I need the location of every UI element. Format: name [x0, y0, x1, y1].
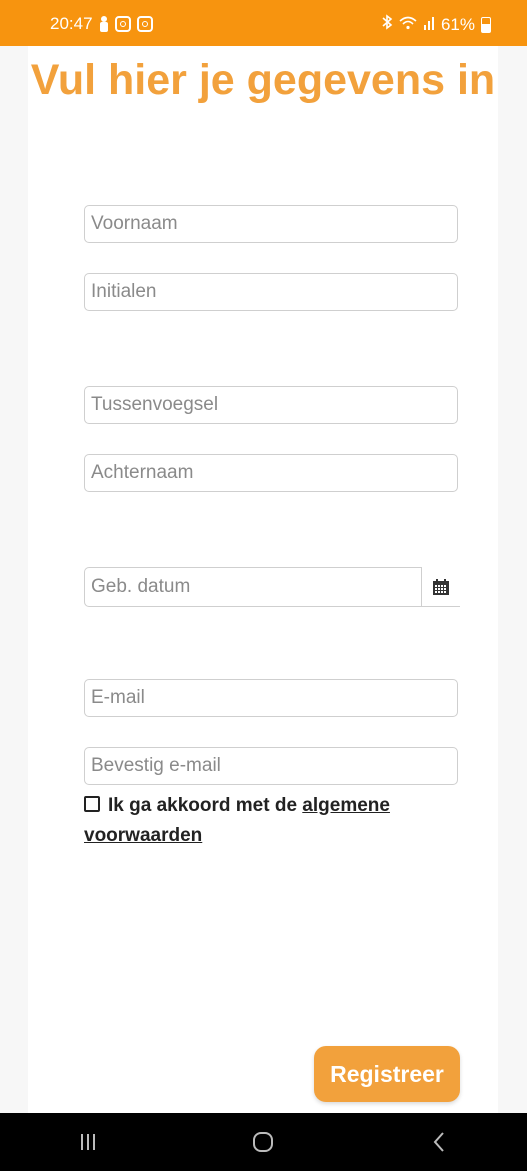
status-bar: 20:47 61%	[0, 0, 527, 46]
terms-agreement: Ik ga akkoord met de algemene voorwaarde…	[84, 791, 444, 851]
back-button[interactable]	[409, 1122, 469, 1162]
recent-apps-button[interactable]	[58, 1122, 118, 1162]
terms-checkbox[interactable]	[84, 796, 100, 812]
recent-apps-icon	[80, 1134, 95, 1150]
confirm-email-field[interactable]	[84, 747, 458, 785]
birthdate-field[interactable]	[84, 567, 422, 607]
home-button[interactable]	[233, 1122, 293, 1162]
person-icon	[99, 16, 109, 32]
page-title: Vul hier je gegevens in	[30, 56, 496, 104]
status-right: 61%	[381, 14, 491, 35]
birthdate-group	[84, 567, 460, 607]
home-icon	[253, 1132, 274, 1152]
terms-text: Ik ga akkoord met de	[108, 795, 298, 816]
status-left: 20:47	[50, 14, 153, 34]
register-button[interactable]: Registreer	[314, 1046, 460, 1102]
initialen-field[interactable]	[84, 273, 458, 311]
clock: 20:47	[50, 14, 93, 33]
calendar-icon	[433, 578, 449, 595]
signal-icon	[423, 15, 435, 35]
navigation-bar	[0, 1113, 527, 1171]
registration-card: Vul hier je gegevens in Ik ga akkoord me…	[28, 46, 498, 1113]
voornaam-field[interactable]	[84, 205, 458, 243]
instagram-icon	[114, 16, 131, 32]
calendar-button[interactable]	[422, 567, 460, 607]
instagram-icon	[136, 16, 153, 32]
back-icon	[433, 1132, 444, 1152]
tussenvoegsel-field[interactable]	[84, 386, 458, 424]
bluetooth-icon	[381, 14, 393, 35]
achternaam-field[interactable]	[84, 454, 458, 492]
battery-icon	[481, 16, 491, 33]
battery-level: 61%	[440, 14, 475, 34]
email-field[interactable]	[84, 679, 458, 717]
wifi-icon	[399, 15, 417, 35]
